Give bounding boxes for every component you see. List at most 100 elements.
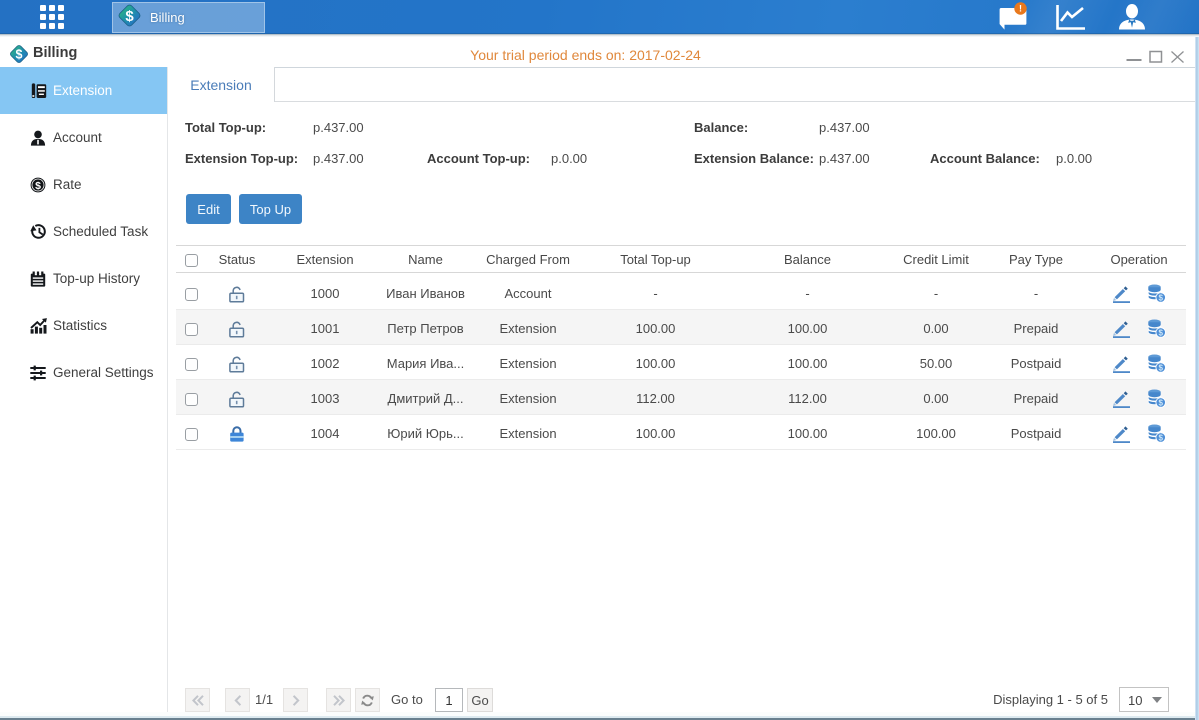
cell-status bbox=[207, 314, 267, 341]
last-page-button[interactable] bbox=[326, 688, 351, 712]
minimize-button[interactable] bbox=[1124, 47, 1143, 67]
edit-row-icon[interactable] bbox=[1112, 319, 1131, 341]
edit-row-icon[interactable] bbox=[1112, 284, 1131, 306]
page-indicator: 1/1 bbox=[255, 692, 273, 707]
first-page-button[interactable] bbox=[185, 688, 210, 712]
grid-dot bbox=[58, 14, 64, 20]
cell-extension: 1004 bbox=[267, 424, 383, 441]
app-menu-icon[interactable] bbox=[40, 5, 66, 29]
cell-credit-limit: 50.00 bbox=[892, 354, 980, 371]
billing-app-icon: $ bbox=[116, 2, 143, 34]
grid-dot bbox=[40, 5, 46, 11]
account-topup-label: Account Top-up: bbox=[427, 151, 530, 166]
edit-row-icon[interactable] bbox=[1112, 354, 1131, 376]
svg-text:$: $ bbox=[1158, 328, 1163, 337]
prev-page-button[interactable] bbox=[225, 688, 250, 712]
cell-status bbox=[207, 419, 267, 446]
cell-extension: 1002 bbox=[267, 354, 383, 371]
table-header-row: Status Extension Name Charged From Total… bbox=[176, 245, 1186, 273]
extension-topup-label: Extension Top-up: bbox=[185, 151, 298, 166]
window-right-border bbox=[1195, 37, 1199, 720]
table-row[interactable]: 1004 Юрий Юрь... Extension 100.00 100.00… bbox=[176, 415, 1186, 450]
cell-total-topup: 100.00 bbox=[588, 424, 723, 441]
sidebar-item-scheduled-task[interactable]: Scheduled Task bbox=[0, 208, 167, 255]
cell-credit-limit: - bbox=[892, 284, 980, 301]
table-row[interactable]: 1000 Иван Иванов Account - - - - bbox=[176, 275, 1186, 310]
table-row[interactable]: 1001 Петр Петров Extension 100.00 100.00… bbox=[176, 310, 1186, 345]
sidebar-item-extension[interactable]: Extension bbox=[0, 67, 167, 114]
refresh-button[interactable] bbox=[355, 688, 380, 712]
notification-badge: ! bbox=[1014, 2, 1027, 20]
col-status[interactable]: Status bbox=[207, 252, 267, 267]
col-extension[interactable]: Extension bbox=[267, 252, 383, 267]
col-balance[interactable]: Balance bbox=[723, 252, 892, 267]
page-size-value: 10 bbox=[1128, 693, 1142, 708]
taskbar-item-billing[interactable]: $ Billing bbox=[112, 2, 265, 33]
sidebar-item-general-settings[interactable]: General Settings bbox=[0, 349, 167, 396]
tab-extension[interactable]: Extension bbox=[168, 67, 275, 102]
edit-row-icon[interactable] bbox=[1112, 389, 1131, 411]
status-lock-icon bbox=[228, 285, 246, 303]
go-button[interactable]: Go bbox=[467, 688, 493, 712]
user-account-icon[interactable] bbox=[1117, 3, 1147, 36]
cell-status bbox=[207, 384, 267, 411]
topup-row-icon[interactable]: $ bbox=[1147, 389, 1166, 411]
sidebar-item-topup-history[interactable]: Top-up History bbox=[0, 255, 167, 302]
sidebar: Extension Account $ bbox=[0, 67, 168, 712]
grid-dot bbox=[40, 14, 46, 20]
cell-pay-type: - bbox=[980, 284, 1092, 301]
window-body: Extension Account $ bbox=[0, 67, 1199, 712]
sidebar-item-account[interactable]: Account bbox=[0, 114, 167, 161]
col-credit-limit[interactable]: Credit Limit bbox=[892, 252, 980, 267]
topup-row-icon[interactable]: $ bbox=[1147, 354, 1166, 376]
sidebar-item-label: Extension bbox=[53, 83, 112, 98]
topup-row-icon[interactable]: $ bbox=[1147, 424, 1166, 446]
goto-page-input[interactable] bbox=[435, 688, 463, 712]
select-all-checkbox[interactable] bbox=[185, 254, 198, 267]
col-name[interactable]: Name bbox=[383, 252, 468, 267]
table-row[interactable]: 1002 Мария Ива... Extension 100.00 100.0… bbox=[176, 345, 1186, 380]
topup-button[interactable]: Top Up bbox=[239, 194, 302, 224]
cell-total-topup: - bbox=[588, 284, 723, 301]
trial-notice: Your trial period ends on: 2017-02-24 bbox=[0, 47, 1171, 63]
cell-select bbox=[176, 318, 207, 335]
topup-row-icon[interactable]: $ bbox=[1147, 284, 1166, 306]
maximize-button[interactable] bbox=[1146, 47, 1165, 67]
status-lock-icon bbox=[228, 355, 246, 373]
cell-charged-from: Extension bbox=[468, 319, 588, 336]
page-size-select[interactable]: 10 bbox=[1119, 687, 1169, 712]
col-total-topup[interactable]: Total Top-up bbox=[588, 252, 723, 267]
topup-row-icon[interactable]: $ bbox=[1147, 319, 1166, 341]
edit-button[interactable]: Edit bbox=[186, 194, 231, 224]
close-button[interactable] bbox=[1168, 47, 1187, 67]
svg-text:!: ! bbox=[1019, 4, 1022, 14]
row-checkbox[interactable] bbox=[185, 288, 198, 301]
cell-name: Мария Ива... bbox=[383, 354, 468, 371]
svg-text:$: $ bbox=[1158, 433, 1163, 442]
header-select-cell bbox=[176, 251, 207, 266]
cell-pay-type: Prepaid bbox=[980, 389, 1092, 406]
row-checkbox[interactable] bbox=[185, 428, 198, 441]
edit-row-icon[interactable] bbox=[1112, 424, 1131, 446]
cell-name: Иван Иванов bbox=[383, 284, 468, 301]
sidebar-item-statistics[interactable]: Statistics bbox=[0, 302, 167, 349]
status-lock-icon bbox=[228, 390, 246, 408]
extension-phone-icon bbox=[28, 82, 48, 100]
sidebar-item-rate[interactable]: $ Rate bbox=[0, 161, 167, 208]
statistics-chart-icon[interactable] bbox=[1055, 4, 1087, 36]
row-checkbox[interactable] bbox=[185, 323, 198, 336]
col-pay-type[interactable]: Pay Type bbox=[980, 252, 1092, 267]
row-checkbox[interactable] bbox=[185, 393, 198, 406]
next-page-button[interactable] bbox=[283, 688, 308, 712]
table-row[interactable]: 1003 Дмитрий Д... Extension 112.00 112.0… bbox=[176, 380, 1186, 415]
svg-text:$: $ bbox=[1158, 398, 1163, 407]
displaying-summary: Displaying 1 - 5 of 5 bbox=[993, 692, 1108, 707]
svg-text:$: $ bbox=[1158, 293, 1163, 302]
cell-select bbox=[176, 423, 207, 440]
topup-history-notepad-icon bbox=[28, 270, 48, 288]
cell-operation: $ bbox=[1092, 383, 1186, 411]
row-checkbox[interactable] bbox=[185, 358, 198, 371]
cell-status bbox=[207, 279, 267, 306]
col-operation[interactable]: Operation bbox=[1092, 252, 1186, 267]
col-charged-from[interactable]: Charged From bbox=[468, 252, 588, 267]
